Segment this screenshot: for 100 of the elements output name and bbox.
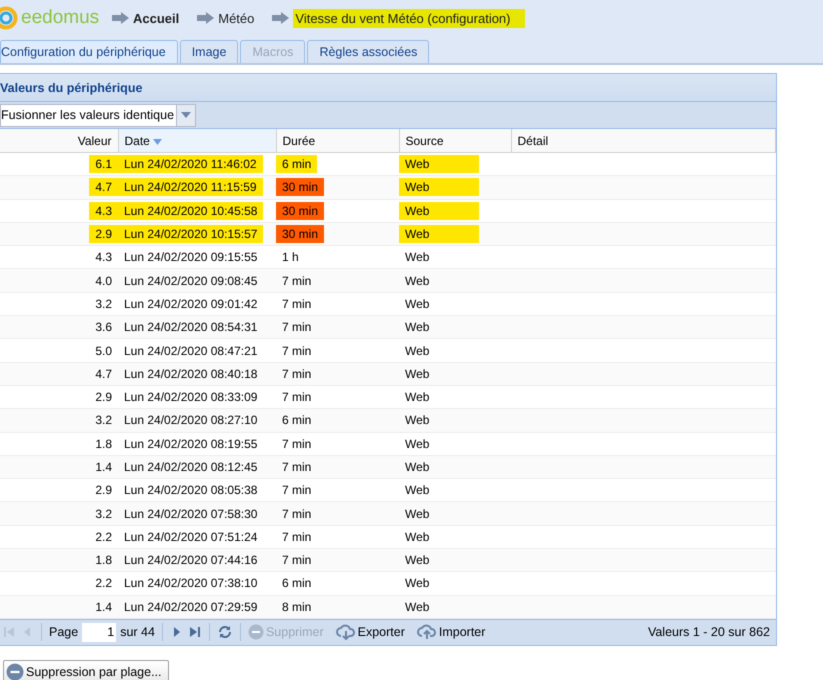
- value-cell-text: 2.9: [94, 482, 113, 500]
- value-cell-text: 3.2: [94, 412, 113, 430]
- value-cell-text: 2.2: [94, 575, 113, 592]
- breadcrumb-link[interactable]: Accueil: [133, 10, 180, 26]
- duration-cell-text: 7 min: [281, 319, 312, 336]
- date-cell-text: Lun 24/02/2020 09:08:45: [123, 272, 258, 290]
- logo-text: eedomus: [21, 7, 100, 29]
- duration-cell-text: 7 min: [281, 459, 312, 476]
- value-cell-text: 1.8: [94, 436, 113, 453]
- column-header[interactable]: Date: [118, 129, 276, 152]
- date-cell-text: Lun 24/02/2020 07:44:16: [123, 552, 258, 570]
- source-cell-text: Web: [404, 552, 430, 570]
- value-cell-text: 1.8: [94, 552, 113, 570]
- date-cell-text: Lun 24/02/2020 08:33:09: [123, 389, 258, 406]
- column-header[interactable]: Détail: [511, 129, 776, 152]
- source-cell-text: Web: [404, 389, 430, 406]
- source-cell-text: Web: [404, 528, 430, 546]
- arrow-icon: [197, 12, 214, 24]
- value-cell-text: 4.7: [94, 366, 113, 383]
- column-header[interactable]: Source: [399, 129, 511, 152]
- page-input[interactable]: 1: [82, 622, 116, 642]
- duration-cell: 30 min: [276, 178, 324, 196]
- duration-cell-text: 7 min: [281, 436, 312, 453]
- date-cell-text: Lun 24/02/2020 08:40:18: [123, 366, 258, 383]
- source-cell: Web: [399, 178, 480, 196]
- source-cell-text: Web: [404, 575, 430, 592]
- import-button[interactable]: Importer: [416, 624, 486, 640]
- date-cell-text: Lun 24/02/2020 08:12:45: [123, 459, 258, 476]
- column-header[interactable]: Valeur: [0, 129, 118, 152]
- arrow-icon: [272, 12, 290, 24]
- value-cell: 2.9: [89, 225, 118, 244]
- refresh-icon[interactable]: [216, 624, 233, 640]
- date-cell: Lun 24/02/2020 10:45:58: [118, 202, 264, 220]
- source-cell-text: Web: [404, 296, 430, 313]
- duration-cell-text: 7 min: [281, 296, 312, 313]
- breadcrumb-link[interactable]: Météo: [218, 10, 254, 26]
- source-cell-text: Web: [404, 342, 430, 360]
- source-cell-text: Web: [404, 436, 430, 453]
- date-cell-text: Lun 24/02/2020 08:27:10: [123, 412, 258, 430]
- date-cell-text: Lun 24/02/2020 07:51:24: [123, 528, 258, 546]
- source-cell-text: Web: [404, 482, 430, 500]
- duration-cell-text: 7 min: [281, 389, 312, 406]
- date-cell: Lun 24/02/2020 10:15:57: [118, 225, 264, 244]
- arrow-icon: [112, 12, 129, 24]
- source-cell-text: Web: [404, 366, 430, 383]
- duration-cell: 30 min: [276, 202, 324, 220]
- filter-dropdown[interactable]: Fusionner les valeurs identique: [0, 104, 196, 126]
- page-label: Page: [49, 625, 78, 640]
- minus-circle-icon: [248, 624, 264, 640]
- logo-icon: [0, 6, 18, 30]
- date-cell-text: Lun 24/02/2020 07:29:59: [123, 598, 258, 616]
- export-button[interactable]: Exporter: [336, 624, 405, 640]
- dropdown-caret-icon: [181, 112, 192, 118]
- range-delete-button[interactable]: Suppression par plage...: [3, 660, 169, 680]
- duration-cell-text: 7 min: [281, 552, 312, 570]
- date-cell-text: Lun 24/02/2020 08:19:55: [123, 436, 258, 453]
- source-cell: Web: [399, 155, 480, 174]
- source-cell-text: Web: [404, 459, 430, 476]
- date-cell-text: Lun 24/02/2020 08:47:21: [123, 342, 258, 360]
- column-header[interactable]: Durée: [276, 129, 399, 152]
- value-cell: 4.3: [89, 202, 118, 220]
- value-cell-text: 1.4: [94, 598, 113, 616]
- breadcrumb-link[interactable]: Vitesse du vent Météo (configuration): [293, 8, 524, 28]
- duration-cell: 6 min: [276, 155, 318, 174]
- duration-cell-text: 7 min: [281, 342, 312, 360]
- source-cell-text: Web: [404, 272, 430, 290]
- cloud-download-icon: [336, 624, 356, 640]
- tab[interactable]: Règles associées: [307, 40, 430, 63]
- tab[interactable]: Image: [180, 40, 238, 63]
- date-cell-text: Lun 24/02/2020 08:05:38: [123, 482, 258, 500]
- source-cell-text: Web: [404, 412, 430, 430]
- record-count: Valeurs 1 - 20 sur 862: [648, 625, 770, 640]
- source-cell: Web: [399, 202, 480, 220]
- duration-cell-text: 7 min: [281, 482, 312, 500]
- source-cell-text: Web: [404, 319, 430, 336]
- date-cell-text: Lun 24/02/2020 07:58:30: [123, 506, 258, 523]
- duration-cell: 30 min: [276, 225, 324, 244]
- source-cell-text: Web: [404, 598, 430, 616]
- last-page-icon[interactable]: [188, 625, 202, 640]
- value-cell-text: 3.2: [94, 296, 113, 313]
- tab[interactable]: Configuration du périphérique: [0, 40, 178, 63]
- source-cell-text: Web: [404, 249, 430, 266]
- date-cell-text: Lun 24/02/2020 07:38:10: [123, 575, 258, 592]
- date-cell-text: Lun 24/02/2020 08:54:31: [123, 319, 258, 336]
- value-cell-text: 3.6: [94, 319, 113, 336]
- value-cell-text: 4.3: [94, 249, 113, 266]
- value-cell-text: 3.2: [94, 506, 113, 523]
- date-cell: Lun 24/02/2020 11:15:59: [118, 178, 263, 196]
- source-cell: Web: [399, 225, 480, 244]
- source-cell-text: Web: [404, 506, 430, 523]
- value-cell-text: 4.0: [94, 272, 113, 290]
- duration-cell-text: 8 min: [281, 598, 312, 616]
- duration-cell-text: 7 min: [281, 366, 312, 383]
- duration-cell-text: 7 min: [281, 272, 312, 290]
- duration-cell-text: 7 min: [281, 528, 312, 546]
- sort-down-icon: [153, 138, 162, 144]
- duration-cell-text: 6 min: [281, 575, 312, 592]
- duration-cell-text: 6 min: [281, 412, 312, 430]
- value-cell: 6.1: [89, 155, 118, 174]
- date-cell-text: Lun 24/02/2020 09:01:42: [123, 296, 258, 313]
